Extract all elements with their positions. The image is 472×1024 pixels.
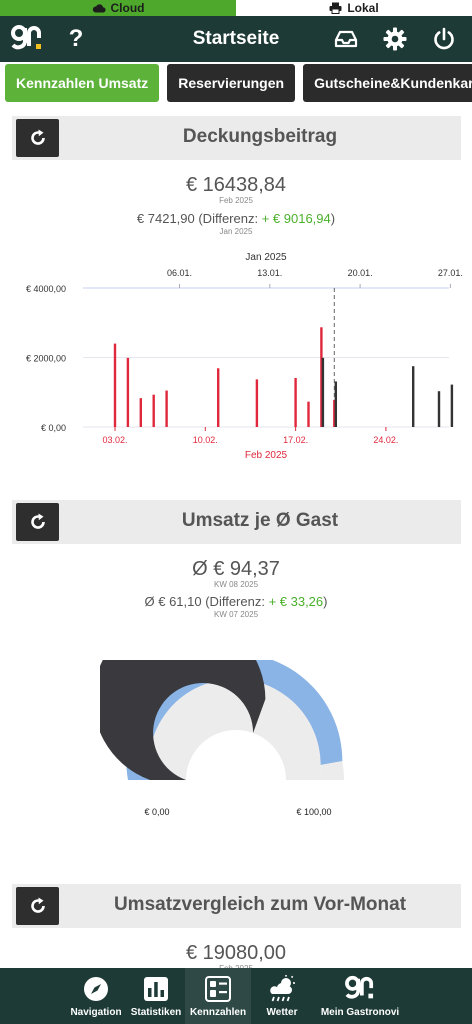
gauge-max-label: € 100,00 — [296, 807, 331, 817]
bar-feb — [139, 398, 142, 427]
tab-reservierungen[interactable]: Reservierungen — [167, 64, 296, 102]
x-top-tick-label: 06.01. — [167, 268, 192, 278]
bar-feb — [165, 390, 168, 427]
kpi-value: € 19080,00 — [185, 942, 287, 964]
app-root: { "modebar": { "cloud": "Cloud", "lokal"… — [0, 0, 472, 1024]
nav-label: Navigation — [70, 1007, 122, 1018]
refresh-button[interactable] — [16, 119, 59, 157]
nav-label: Statistiken — [130, 1007, 182, 1018]
y-tick-label: € 2000,00 — [26, 354, 66, 364]
bar-feb — [217, 368, 220, 427]
app-header: ? Startseite — [0, 16, 472, 62]
gastronovi-logo-icon — [345, 974, 375, 1004]
tab-gutscheine-kundenkarten[interactable]: Gutscheine&Kundenkarten — [303, 64, 472, 102]
weather-icon — [266, 974, 298, 1004]
x-top-tick-label: 13.01. — [257, 268, 282, 278]
bar-chart-icon — [143, 974, 169, 1004]
nav-label: Kennzahlen — [189, 1007, 247, 1018]
x-top-tick-label: 20.01. — [348, 268, 373, 278]
settings-button[interactable] — [379, 23, 411, 55]
nav-kennzahlen[interactable]: Kennzahlen — [185, 968, 251, 1024]
kpi-comparison: € 7421,90 (Differenz: + € 9016,94) — [0, 211, 472, 226]
inbox-icon — [334, 30, 358, 48]
nav-label: Wetter — [266, 1007, 298, 1018]
mode-lokal-label: Lokal — [347, 1, 379, 15]
nav-mein-gastronovi[interactable]: Mein Gastronovi — [313, 968, 407, 1024]
nav-statistiken[interactable]: Statistiken — [127, 968, 185, 1024]
kpi-value: Ø € 94,37 — [192, 558, 280, 580]
kpi-comparison: Ø € 61,10 (Differenz: + € 33,26) — [0, 594, 472, 609]
y-tick-label: € 0,00 — [41, 423, 66, 433]
gear-icon — [383, 27, 407, 51]
mode-lokal-button[interactable]: Lokal — [236, 0, 472, 16]
bar-feb — [126, 357, 130, 427]
section-header-umsatz-je-gast: Umsatz je Ø Gast — [12, 500, 461, 544]
x-top-axis-label: Jan 2025 — [245, 252, 287, 263]
x-bottom-axis-label: Feb 2025 — [245, 450, 288, 461]
refresh-icon — [30, 129, 45, 145]
kpi-comparison-suffix: ) — [323, 594, 328, 609]
bar-jan — [321, 357, 325, 427]
cloud-icon — [92, 4, 106, 13]
tab-bar: Kennzahlen Umsatz Reservierungen Gutsche… — [0, 64, 472, 102]
refresh-icon — [30, 897, 45, 913]
logout-button[interactable] — [428, 23, 460, 55]
refresh-button[interactable] — [16, 887, 59, 925]
section-title: Umsatzvergleich zum Vor-Monat — [113, 894, 407, 915]
section-title: Umsatz je Ø Gast — [181, 510, 339, 531]
x-bottom-tick-label: 03.02. — [102, 435, 127, 445]
kpi-comparison-period: KW 07 2025 — [213, 610, 259, 619]
deckungsbeitrag-chart: € 0,00 € 2000,00 € 4000,00 Jan 2025 06.01. 13… — [26, 252, 463, 461]
kpi-period: Feb 2025 — [219, 196, 253, 205]
x-bottom-tick-label: 17.02. — [283, 435, 308, 445]
x-bottom-tick-label: 24.02. — [373, 435, 398, 445]
kpi-comparison-suffix: ) — [330, 211, 336, 226]
kpi-difference: + € 9016,94 — [261, 211, 331, 226]
bar-feb — [307, 401, 310, 427]
power-icon — [434, 27, 454, 50]
x-bottom-tick-label: 10.02. — [193, 435, 218, 445]
tab-kennzahlen-umsatz[interactable]: Kennzahlen Umsatz — [5, 64, 160, 102]
bar-jan — [412, 366, 415, 427]
bar-feb — [255, 379, 259, 427]
kpi-comparison-prefix: Ø € 61,10 (Differenz: — [144, 594, 269, 609]
umsatz-je-gast-gauge: € 0,00 € 100,00 — [100, 660, 344, 817]
bar-feb — [294, 378, 297, 427]
bar-jan — [450, 384, 454, 427]
bottom-navigation: Navigation Statistiken Kennzahlen Wetter… — [0, 968, 472, 1024]
section-title: Deckungsbeitrag — [182, 126, 338, 147]
gauge-min-label: € 0,00 — [144, 807, 169, 817]
mode-bar: Cloud Lokal — [0, 0, 472, 16]
inbox-button[interactable] — [330, 23, 362, 55]
kpi-difference: + € 33,26 — [268, 594, 324, 609]
bar-jan — [334, 381, 337, 427]
bar-feb — [113, 343, 117, 427]
kpi-comparison-period: Jan 2025 — [219, 227, 253, 236]
kpi-value: € 16438,84 — [185, 174, 287, 196]
nav-label: Mein Gastronovi — [320, 1007, 400, 1018]
nav-navigation[interactable]: Navigation — [65, 968, 127, 1024]
mode-cloud-label: Cloud — [110, 1, 145, 15]
bar-jan — [437, 391, 441, 427]
refresh-button[interactable] — [16, 503, 59, 541]
y-tick-label: € 4000,00 — [26, 284, 66, 294]
dashboard-icon — [205, 974, 231, 1004]
kpi-period: KW 08 2025 — [213, 580, 259, 589]
x-top-tick-label: 27.01. — [438, 268, 463, 278]
compass-icon — [83, 974, 109, 1004]
section-header-umsatzvergleich: Umsatzvergleich zum Vor-Monat — [12, 884, 461, 928]
kpi-comparison-prefix: € 7421,90 (Differenz: — [136, 211, 262, 226]
bar-feb — [152, 394, 155, 427]
nav-wetter[interactable]: Wetter — [251, 968, 313, 1024]
printer-icon — [329, 2, 342, 14]
mode-cloud-button[interactable]: Cloud — [0, 0, 236, 16]
section-header-deckungsbeitrag: Deckungsbeitrag — [12, 116, 461, 160]
refresh-icon — [30, 513, 45, 529]
